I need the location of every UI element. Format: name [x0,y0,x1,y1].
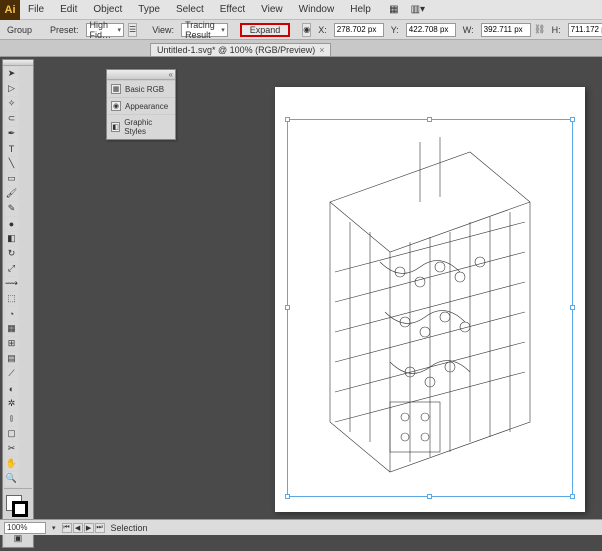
canvas[interactable]: « ▦ Basic RGB ◉ Appearance ◧ Graphic Sty… [40,57,602,535]
panel-label: Graphic Styles [124,118,171,136]
pencil-tool-icon[interactable]: ✎ [5,202,19,216]
slice-tool-icon[interactable]: ✂ [5,442,19,456]
scale-tool-icon[interactable]: ⤢ [5,262,19,276]
h-label: H: [552,25,561,35]
resize-handle-ml[interactable] [285,305,290,310]
resize-handle-bl[interactable] [285,494,290,499]
resize-handle-br[interactable] [570,494,575,499]
menu-view[interactable]: View [253,4,291,15]
eyedropper-tool-icon[interactable]: ⟋ [5,367,19,381]
magic-wand-tool-icon[interactable]: ✧ [5,97,19,111]
prev-artboard-icon[interactable]: ◀ [73,523,83,533]
close-icon[interactable]: × [319,45,324,55]
menu-edit[interactable]: Edit [52,4,85,15]
direct-selection-tool-icon[interactable]: ▷ [5,82,19,96]
hand-tool-icon[interactable]: ✋ [5,457,19,471]
eraser-tool-icon[interactable]: ◧ [5,232,19,246]
panel-row-appearance[interactable]: ◉ Appearance [107,97,175,114]
blend-tool-icon[interactable]: ◐ [5,382,19,396]
menu-object[interactable]: Object [85,4,130,15]
preset-label: Preset: [50,25,79,35]
preset-dropdown[interactable]: High Fid… [86,23,125,37]
view-dropdown[interactable]: Tracing Result [181,23,228,37]
resize-handle-tl[interactable] [285,117,290,122]
menu-type[interactable]: Type [130,4,168,15]
line-tool-icon[interactable]: ╲ [5,157,19,171]
appearance-icon: ◉ [111,101,121,111]
menu-window[interactable]: Window [291,4,343,15]
panel-label: Appearance [125,102,168,111]
next-artboard-icon[interactable]: ▶ [84,523,94,533]
toolbox: ➤ ▷ ✧ ⊂ ✒ T ╲ ▭ 🖌 ✎ ● ◧ ↻ ⤢ ⟿ ⬚ ◔ ▦ ⊞ ▤ … [2,59,34,548]
free-transform-tool-icon[interactable]: ⬚ [5,292,19,306]
blob-brush-tool-icon[interactable]: ● [5,217,19,231]
zoom-tool-icon[interactable]: 🔍 [5,472,19,486]
link-wh-icon[interactable]: ⛓ [535,23,545,37]
paintbrush-tool-icon[interactable]: 🖌 [5,187,19,201]
artboard-tool-icon[interactable]: ▢ [5,427,19,441]
y-input[interactable] [406,23,456,37]
stroke-swatch-icon[interactable] [12,501,28,517]
toolbox-separator [4,488,32,489]
app-logo-icon: Ai [0,0,20,20]
last-artboard-icon[interactable]: ⏭ [95,523,105,533]
x-label: X: [318,25,327,35]
pen-tool-icon[interactable]: ✒ [5,127,19,141]
zoom-dropdown-icon[interactable]: ▾ [52,524,56,532]
panel-row-doc-color[interactable]: ▦ Basic RGB [107,80,175,97]
transform-icon[interactable]: ◉ [302,23,311,37]
lasso-tool-icon[interactable]: ⊂ [5,112,19,126]
h-input[interactable] [568,23,602,37]
control-bar: Group Preset: High Fid… ☰ View: Tracing … [0,20,602,40]
rotate-tool-icon[interactable]: ↻ [5,247,19,261]
resize-handle-tr[interactable] [570,117,575,122]
perspective-grid-tool-icon[interactable]: ▦ [5,322,19,336]
w-input[interactable] [481,23,531,37]
expand-button[interactable]: Expand [240,23,291,37]
selection-tool-icon[interactable]: ➤ [5,67,19,81]
document-tab[interactable]: Untitled-1.svg* @ 100% (RGB/Preview) × [150,43,331,56]
mesh-tool-icon[interactable]: ⊞ [5,337,19,351]
view-label: View: [152,25,174,35]
gradient-tool-icon[interactable]: ▤ [5,352,19,366]
resize-handle-tm[interactable] [427,117,432,122]
panel-collapse-icon[interactable]: « [169,70,173,79]
arrange-docs-icon[interactable]: ▥▾ [409,1,427,19]
current-tool-label: Selection [111,523,148,533]
y-label: Y: [391,25,399,35]
panel-row-graphic-styles[interactable]: ◧ Graphic Styles [107,114,175,139]
first-artboard-icon[interactable]: ⏮ [62,523,72,533]
tab-label: Untitled-1.svg* @ 100% (RGB/Preview) [157,45,315,55]
trace-options-icon[interactable]: ☰ [128,23,137,37]
menu-file[interactable]: File [20,4,52,15]
menu-select[interactable]: Select [168,4,212,15]
shape-builder-tool-icon[interactable]: ◔ [5,307,19,321]
workspace: ➤ ▷ ✧ ⊂ ✒ T ╲ ▭ 🖌 ✎ ● ◧ ↻ ⤢ ⟿ ⬚ ◔ ▦ ⊞ ▤ … [0,57,602,535]
collapsed-panels[interactable]: « ▦ Basic RGB ◉ Appearance ◧ Graphic Sty… [106,69,176,140]
panel-header[interactable]: « [107,70,175,80]
bridge-icon[interactable]: ▦ [385,1,403,19]
artboard-nav: ⏮ ◀ ▶ ⏭ [62,523,105,533]
mode-label: Group [7,25,32,35]
resize-handle-bm[interactable] [427,494,432,499]
panel-label: Basic RGB [125,85,164,94]
selection-bounding-box[interactable] [287,119,573,497]
graphic-styles-icon: ◧ [111,122,120,132]
document-tab-bar: Untitled-1.svg* @ 100% (RGB/Preview) × [0,40,602,57]
zoom-input[interactable]: 100% [4,522,46,534]
width-tool-icon[interactable]: ⟿ [5,277,19,291]
rectangle-tool-icon[interactable]: ▭ [5,172,19,186]
x-input[interactable] [334,23,384,37]
type-tool-icon[interactable]: T [5,142,19,156]
menu-effect[interactable]: Effect [212,4,253,15]
menubar: Ai File Edit Object Type Select Effect V… [0,0,602,20]
menu-help[interactable]: Help [342,4,379,15]
column-graph-tool-icon[interactable]: ⫾ [5,412,19,426]
fill-stroke-swatches[interactable] [4,493,32,519]
symbol-sprayer-tool-icon[interactable]: ✲ [5,397,19,411]
resize-handle-mr[interactable] [570,305,575,310]
doc-color-icon: ▦ [111,84,121,94]
status-bar: 100% ▾ ⏮ ◀ ▶ ⏭ Selection [0,519,602,535]
w-label: W: [463,25,474,35]
